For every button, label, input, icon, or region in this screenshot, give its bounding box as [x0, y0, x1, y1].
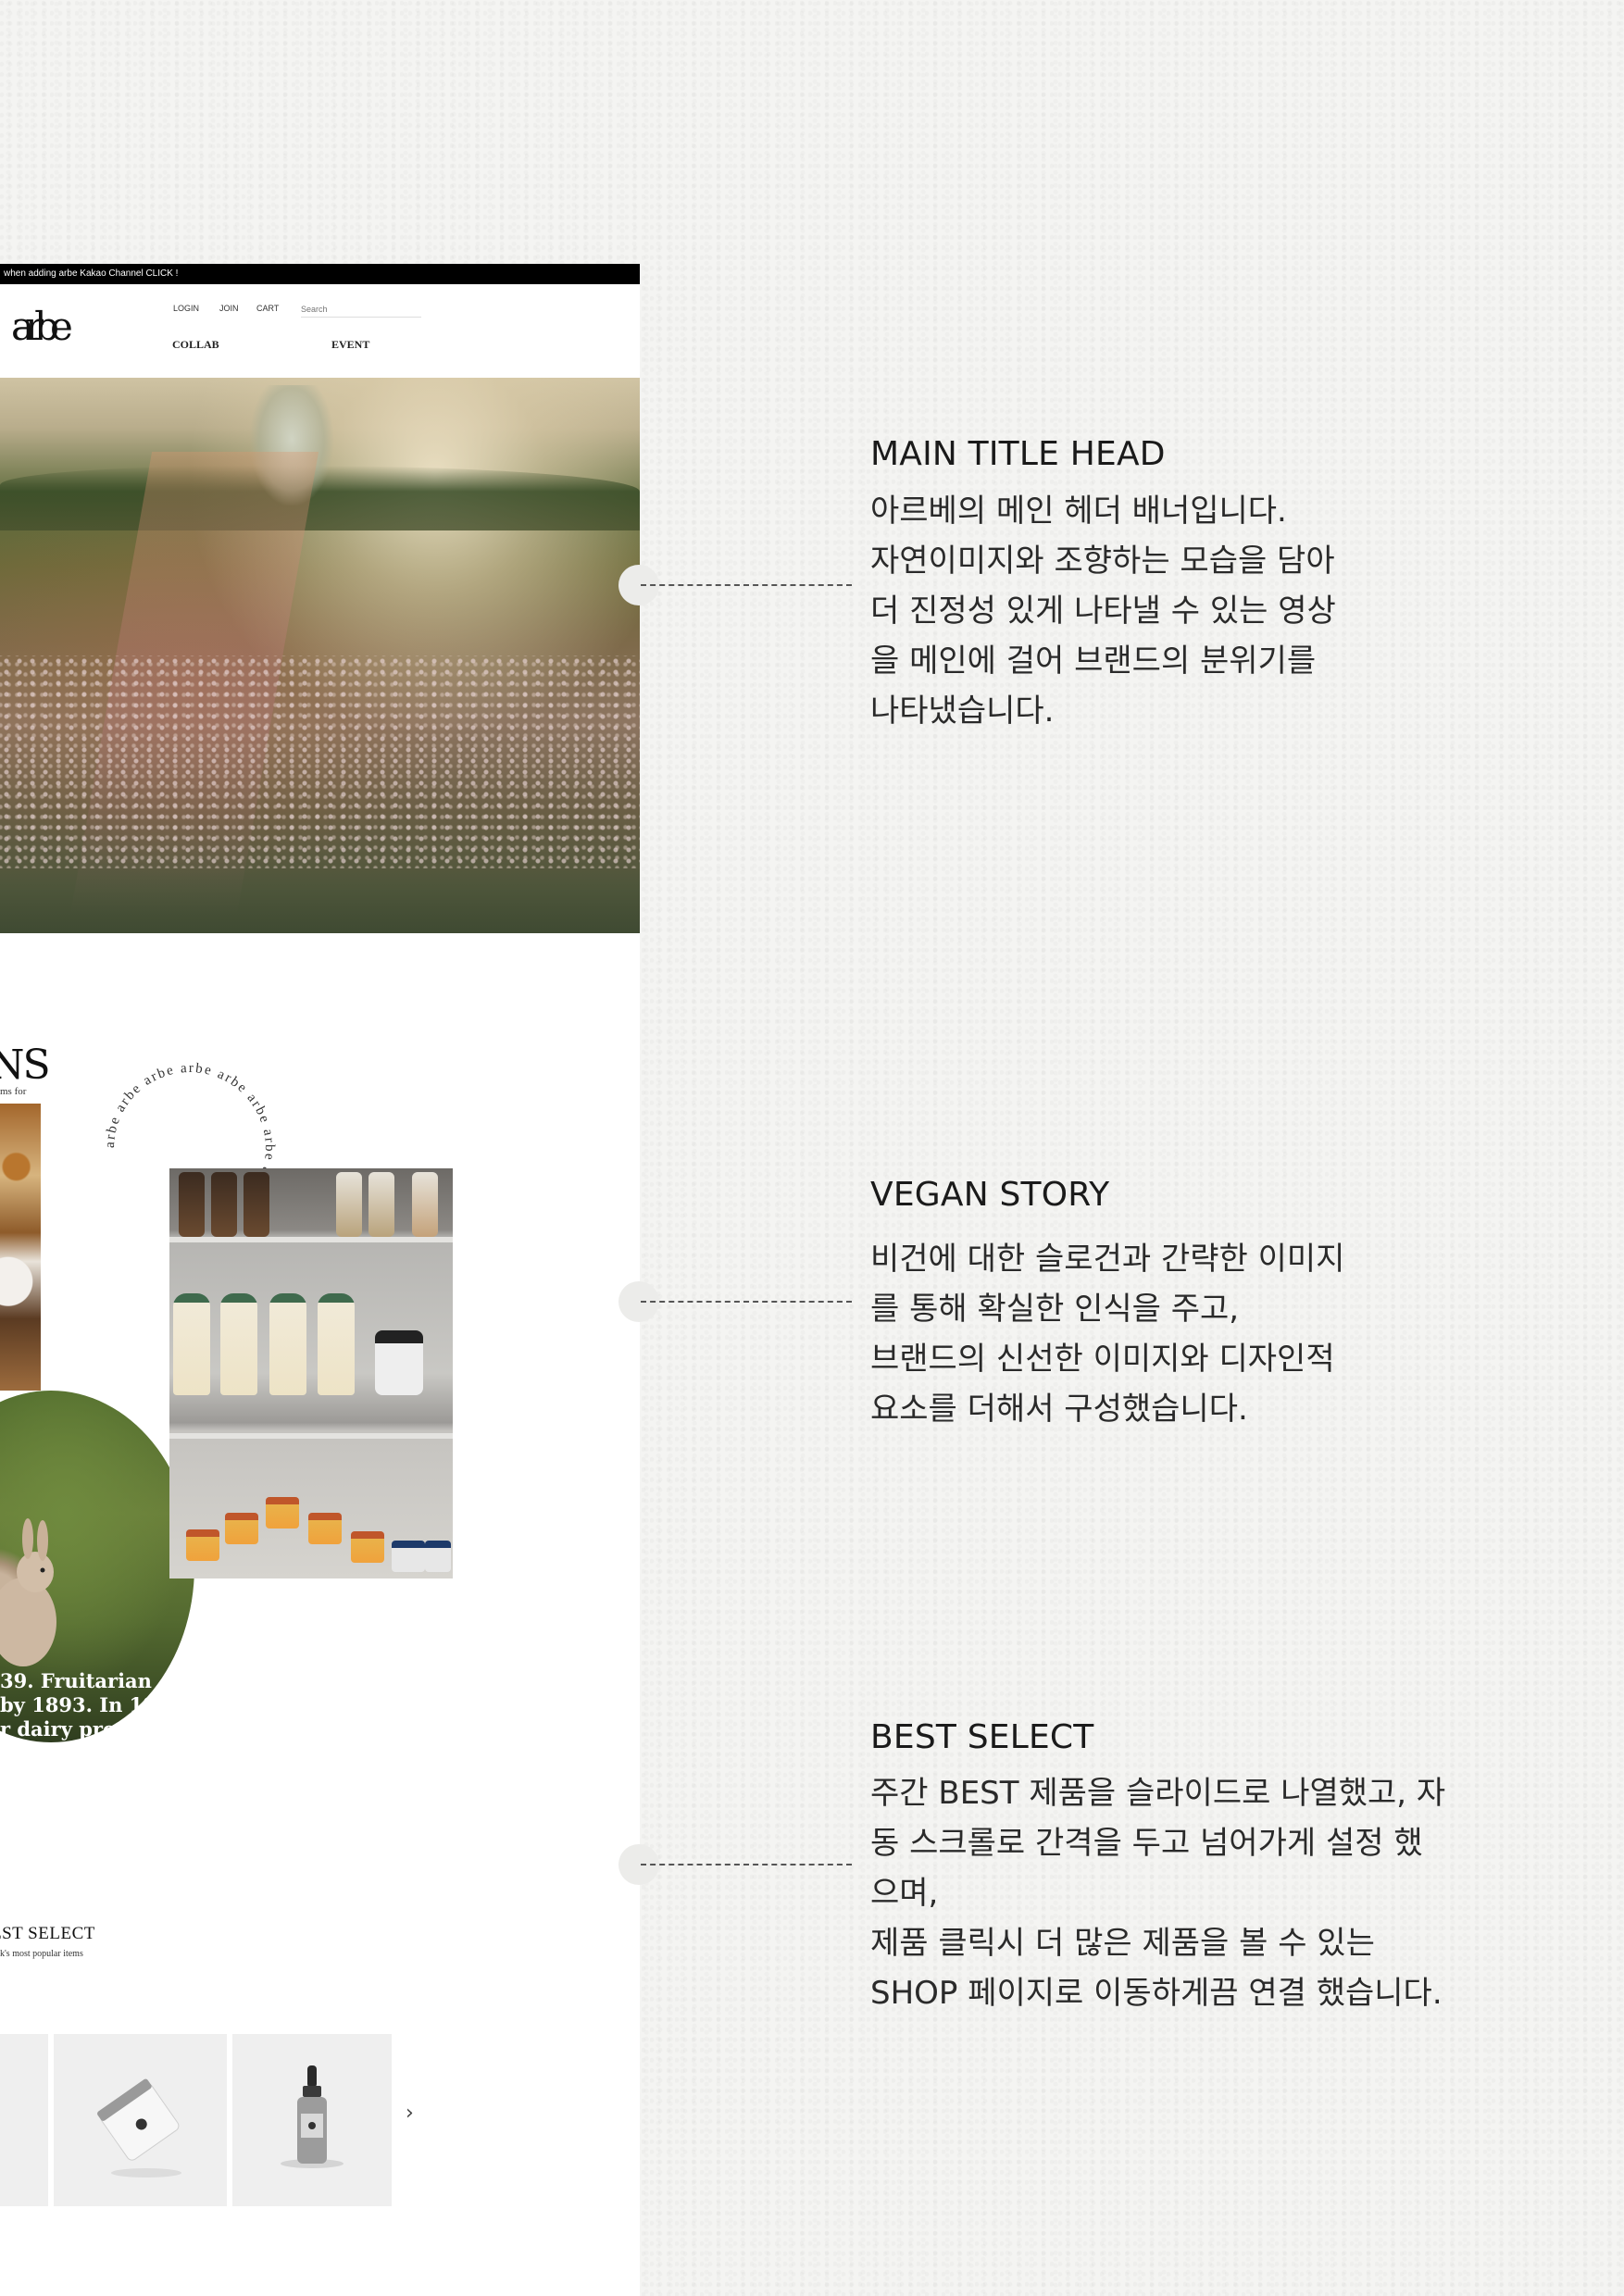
product-card[interactable] — [0, 2034, 48, 2206]
hero-flower-field — [0, 655, 640, 868]
product-jar-icon — [97, 2078, 181, 2177]
nav-event[interactable]: EVENT — [331, 338, 369, 352]
search-input[interactable] — [301, 305, 421, 318]
website-mockup: when adding arbe Kakao Channel CLICK ! a… — [0, 264, 640, 2296]
fridge-shelf — [169, 1237, 453, 1242]
vegan-story-line: 39. Fruitarian — [0, 1669, 152, 1692]
dropper-bottle-icon — [281, 2065, 344, 2168]
jar — [425, 1541, 451, 1572]
vegan-subheading: ms for — [0, 1086, 27, 1097]
milk-bottle — [173, 1293, 210, 1395]
fridge-item — [211, 1172, 237, 1237]
fridge-item — [369, 1172, 394, 1237]
annotation-body-main: 아르베의 메인 헤더 배너입니다. 자연이미지와 조향하는 모습을 담아 더 진… — [870, 493, 1336, 730]
chevron-right-icon[interactable]: › — [406, 2102, 414, 2125]
product-card[interactable] — [232, 2034, 392, 2206]
join-link[interactable]: JOIN — [219, 304, 239, 313]
jar — [308, 1513, 342, 1544]
login-link[interactable]: LOGIN — [173, 304, 199, 313]
milk-bottle — [220, 1293, 257, 1395]
cart-link[interactable]: CART — [256, 304, 279, 313]
annotation-body-vegan: 비건에 대한 슬로건과 간략한 이미지 를 통해 확실한 인식을 주고, 브랜드… — [870, 1241, 1345, 1428]
milk-bottle — [269, 1293, 306, 1395]
jar — [266, 1497, 299, 1529]
annotation-title-main: MAIN TITLE HEAD — [870, 435, 1166, 473]
fridge-item — [179, 1172, 205, 1237]
jar — [225, 1513, 258, 1544]
fridge-item — [412, 1172, 438, 1237]
best-select-subtitle: k's most popular items — [0, 1949, 83, 1959]
fridge-photo — [169, 1168, 453, 1578]
jar — [351, 1531, 384, 1563]
jar — [186, 1529, 219, 1561]
annotation-body-best: 주간 BEST 제품을 슬라이드로 나열했고, 자 동 스크롤로 간격을 두고 … — [870, 1775, 1446, 2012]
hero-video-banner[interactable] — [0, 378, 640, 933]
vegan-story-text: 39. Fruitarian by 1893. In 1944, r dairy… — [0, 1669, 190, 1741]
product-card[interactable] — [54, 2034, 227, 2206]
food-image — [0, 1104, 41, 1391]
annotation-connector — [641, 1864, 852, 1866]
vegan-heading: NS — [0, 1042, 51, 1089]
annotation-connector — [641, 584, 852, 586]
vegan-story-line: r dairy products — [0, 1717, 176, 1741]
cosmetic-bottle — [375, 1330, 423, 1395]
jar — [392, 1541, 425, 1572]
top-banner[interactable]: when adding arbe Kakao Channel CLICK ! — [0, 264, 640, 284]
annotation-title-best: BEST SELECT — [870, 1718, 1094, 1756]
brand-logo[interactable]: arbe — [11, 301, 76, 356]
annotation-title-vegan: VEGAN STORY — [870, 1176, 1110, 1214]
vegan-story-line: by 1893. In 1944, — [0, 1693, 191, 1716]
milk-bottle — [318, 1293, 355, 1395]
fridge-shelf — [169, 1433, 453, 1439]
annotation-connector — [641, 1301, 852, 1303]
fridge-item — [336, 1172, 362, 1237]
fridge-item — [244, 1172, 269, 1237]
best-select-title: EST SELECT — [0, 1924, 95, 1943]
nav-collab[interactable]: COLLAB — [172, 338, 219, 352]
